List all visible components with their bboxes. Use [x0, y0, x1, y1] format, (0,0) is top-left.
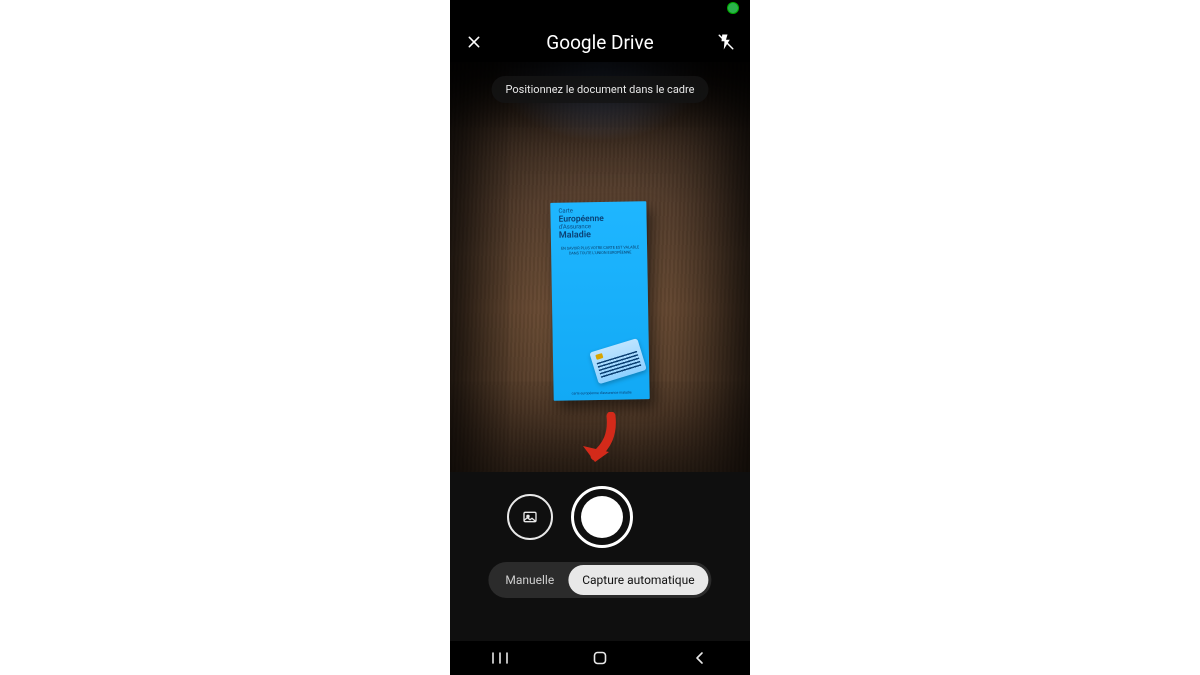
- positioning-hint: Positionnez le document dans le cadre: [492, 76, 709, 103]
- controls-row: [450, 486, 750, 548]
- camera-indicator-icon: [728, 3, 738, 13]
- gallery-icon: [522, 509, 538, 525]
- flash-toggle-button[interactable]: [712, 28, 740, 56]
- shutter-button[interactable]: [571, 486, 633, 548]
- scanned-document: Carte Européenne d'Assurance Maladie EN …: [550, 201, 649, 401]
- system-nav-bar: [450, 641, 750, 675]
- doc-card-illustration: [589, 338, 646, 384]
- nav-back-icon: [693, 651, 707, 665]
- capture-mode-toggle: Manuelle Capture automatique: [488, 562, 711, 598]
- nav-recents-icon: [491, 651, 509, 665]
- canvas: Google Drive Positionnez le document dan…: [0, 0, 1200, 675]
- doc-footer: carte européenne d'assurance maladie: [554, 391, 650, 397]
- doc-line-4: Maladie: [559, 230, 641, 241]
- doc-tagline: EN SAVOIR PLUS VOTRE CARTE EST VALABLE D…: [559, 246, 641, 257]
- close-button[interactable]: [460, 28, 488, 56]
- controls-panel: Manuelle Capture automatique: [450, 472, 750, 641]
- nav-back-button[interactable]: [670, 646, 730, 670]
- nav-recents-button[interactable]: [470, 646, 530, 670]
- shutter-icon: [581, 496, 623, 538]
- phone-frame: Google Drive Positionnez le document dan…: [450, 0, 750, 675]
- nav-home-icon: [592, 650, 608, 666]
- gallery-button[interactable]: [507, 494, 553, 540]
- mode-manual[interactable]: Manuelle: [491, 565, 568, 595]
- controls-spacer: [651, 496, 693, 538]
- status-bar: [450, 0, 750, 14]
- top-bar: Google Drive: [450, 22, 750, 62]
- mode-auto[interactable]: Capture automatique: [568, 565, 708, 595]
- camera-viewfinder[interactable]: Positionnez le document dans le cadre Ca…: [450, 62, 750, 472]
- close-icon: [466, 34, 482, 50]
- flash-off-icon: [717, 33, 735, 51]
- nav-home-button[interactable]: [570, 646, 630, 670]
- app-title: Google Drive: [546, 31, 653, 54]
